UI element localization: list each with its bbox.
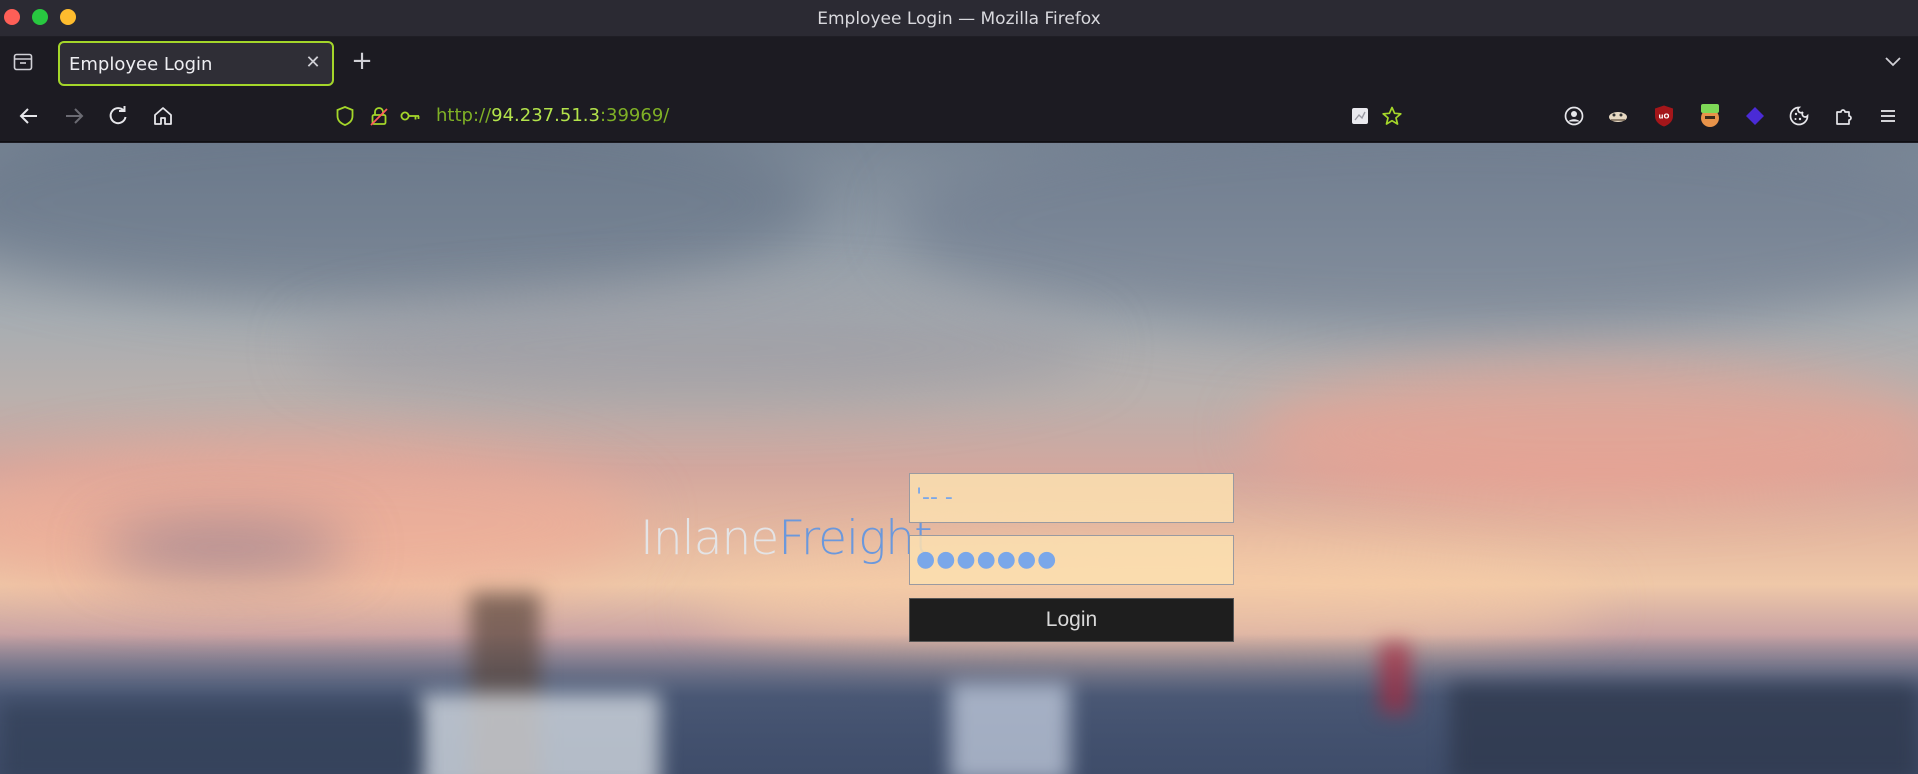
forward-button[interactable]: [60, 102, 88, 130]
firefox-view-icon: [13, 53, 33, 71]
tab-strip: Employee Login ✕ +: [0, 37, 1918, 90]
extensions-button[interactable]: [1830, 102, 1858, 130]
chevron-down-icon: [1885, 57, 1901, 67]
extension-diamond-button[interactable]: [1741, 102, 1769, 130]
background-cloud: [100, 523, 350, 573]
new-tab-button[interactable]: +: [350, 48, 374, 74]
url-bar[interactable]: http://94.237.51.3:39969/: [330, 102, 1410, 130]
app-menu-button[interactable]: [1874, 102, 1902, 130]
window-title: Employee Login — Mozilla Firefox: [817, 9, 1101, 29]
url-port: :39969/: [599, 105, 670, 126]
ublock-shield-icon: uO: [1655, 105, 1673, 127]
arrow-left-icon: [19, 108, 37, 124]
key-icon: [400, 111, 420, 121]
close-tab-icon[interactable]: ✕: [303, 53, 323, 73]
url-host: 94.237.51.3: [491, 105, 600, 126]
cookie-editor-button[interactable]: [1785, 102, 1813, 130]
ublock-origin-button[interactable]: uO: [1650, 102, 1678, 130]
burp-icon: [1701, 104, 1719, 127]
background-glow: [1250, 363, 1918, 503]
tab-employee-login[interactable]: Employee Login ✕: [58, 41, 334, 86]
shield-icon: [336, 106, 354, 126]
burp-proxy-button[interactable]: [1696, 102, 1724, 130]
background-cloud: [0, 143, 820, 303]
inlanefreight-logo: InlaneFreight: [640, 511, 933, 566]
background-ship: [420, 693, 660, 774]
lock-warning-icon: [370, 107, 388, 126]
background-cloud: [900, 143, 1918, 333]
background-tower: [1380, 643, 1410, 713]
saved-logins-button[interactable]: [398, 104, 422, 128]
page-icon: [1352, 108, 1368, 124]
firefox-view-button[interactable]: [12, 51, 34, 73]
back-button[interactable]: [15, 102, 43, 130]
cookie-icon: [1789, 106, 1809, 126]
tab-title: Employee Login: [69, 54, 213, 75]
account-button[interactable]: [1560, 102, 1588, 130]
page-content: InlaneFreight '-- - ●●●●●●● Login: [0, 143, 1918, 774]
arrow-right-icon: [66, 108, 84, 124]
lizard-icon: [1609, 112, 1627, 122]
reload-icon: [109, 106, 127, 125]
tracking-protection-icon[interactable]: [333, 104, 357, 128]
extension-lizard-button[interactable]: [1604, 102, 1632, 130]
svg-text:uO: uO: [1659, 113, 1670, 121]
puzzle-icon: [1836, 109, 1852, 125]
home-button[interactable]: [149, 102, 177, 130]
password-input[interactable]: ●●●●●●●: [909, 535, 1234, 585]
background-church: [950, 683, 1070, 774]
bookmark-star-button[interactable]: [1380, 104, 1404, 128]
hamburger-menu-icon: [1881, 110, 1895, 122]
diamond-icon: [1746, 107, 1764, 125]
list-all-tabs-button[interactable]: [1882, 50, 1904, 72]
star-icon: [1382, 106, 1402, 125]
background-cloud: [300, 293, 1100, 403]
username-input[interactable]: '-- -: [909, 473, 1234, 523]
login-button[interactable]: Login: [909, 598, 1234, 642]
logo-text-inlane: Inlane: [640, 511, 779, 566]
url-scheme: http://: [436, 105, 492, 126]
background-trees: [1450, 683, 1918, 774]
background-trees: [0, 703, 420, 774]
window-titlebar: Employee Login — Mozilla Firefox: [0, 0, 1918, 37]
connection-not-secure-icon[interactable]: [367, 104, 391, 128]
background-glow: [0, 443, 640, 603]
home-icon: [154, 107, 172, 125]
navigation-toolbar: http://94.237.51.3:39969/ uO: [0, 90, 1918, 142]
page-action-button[interactable]: [1348, 104, 1372, 128]
reload-button[interactable]: [104, 102, 132, 130]
account-icon: [1564, 106, 1584, 126]
url-text[interactable]: http://94.237.51.3:39969/: [436, 105, 669, 126]
